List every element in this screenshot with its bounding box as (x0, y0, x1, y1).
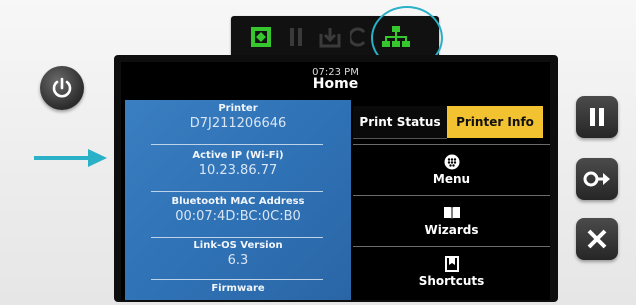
menu-grid-icon (444, 154, 459, 170)
data-icon (317, 24, 343, 50)
wizards-label: Wizards (424, 223, 479, 237)
divider (151, 191, 323, 192)
info-label: Active IP (Wi-Fi) (192, 150, 284, 161)
info-value: 10.23.86.77 (198, 163, 278, 178)
info-row-bluetooth-mac: Bluetooth MAC Address 00:07:4D:BC:0C:B0 (125, 196, 351, 224)
info-row-linkos-version: Link-OS Version 6.3 (125, 240, 351, 268)
bookmark-icon (444, 256, 459, 272)
pause-icon (590, 108, 604, 126)
shortcuts-label: Shortcuts (418, 274, 485, 288)
menu-label: Menu (432, 172, 471, 186)
info-label: Bluetooth MAC Address (171, 196, 305, 207)
info-row-printer: Printer D7J211206646 (125, 103, 351, 131)
book-icon (443, 207, 460, 220)
arrow-pointer-icon (34, 149, 107, 167)
feed-icon (583, 171, 610, 187)
shortcuts-button[interactable]: Shortcuts (353, 246, 550, 297)
supplies-icon (349, 24, 367, 50)
feed-button[interactable] (576, 158, 618, 200)
close-icon (587, 229, 607, 249)
tab-print-status[interactable]: Print Status (353, 106, 447, 139)
info-label: Link-OS Version (193, 240, 283, 251)
info-value: 00:07:4D:BC:0C:B0 (175, 209, 301, 224)
divider (151, 237, 323, 238)
cancel-button[interactable] (576, 218, 618, 260)
printer-info-panel: Printer D7J211206646 Active IP (Wi-Fi) 1… (125, 100, 351, 300)
info-row-active-ip: Active IP (Wi-Fi) 10.23.86.77 (125, 150, 351, 178)
tab-printer-info[interactable]: Printer Info (447, 106, 543, 138)
info-label: Firmware (211, 283, 265, 294)
wizards-button[interactable]: Wizards (353, 195, 550, 246)
divider (151, 279, 323, 280)
pause-icon (285, 24, 307, 50)
divider (151, 144, 323, 145)
info-value: 6.3 (227, 253, 249, 268)
info-row-firmware: Firmware (125, 283, 351, 294)
screen-header: 07:23 PM Home (121, 62, 550, 96)
touch-screen: 07:23 PM Home Printer D7J211206646 Activ… (121, 62, 550, 300)
power-icon (52, 77, 72, 98)
info-value: D7J211206646 (189, 116, 287, 131)
page-title: Home (312, 76, 359, 92)
home-navigation-panel: Print Status Printer Info Menu Wizards S… (353, 100, 550, 300)
pause-button[interactable] (576, 96, 618, 138)
power-button[interactable] (40, 66, 84, 110)
info-label: Printer (218, 103, 258, 114)
status-icon (249, 24, 273, 50)
menu-button[interactable]: Menu (353, 144, 550, 195)
